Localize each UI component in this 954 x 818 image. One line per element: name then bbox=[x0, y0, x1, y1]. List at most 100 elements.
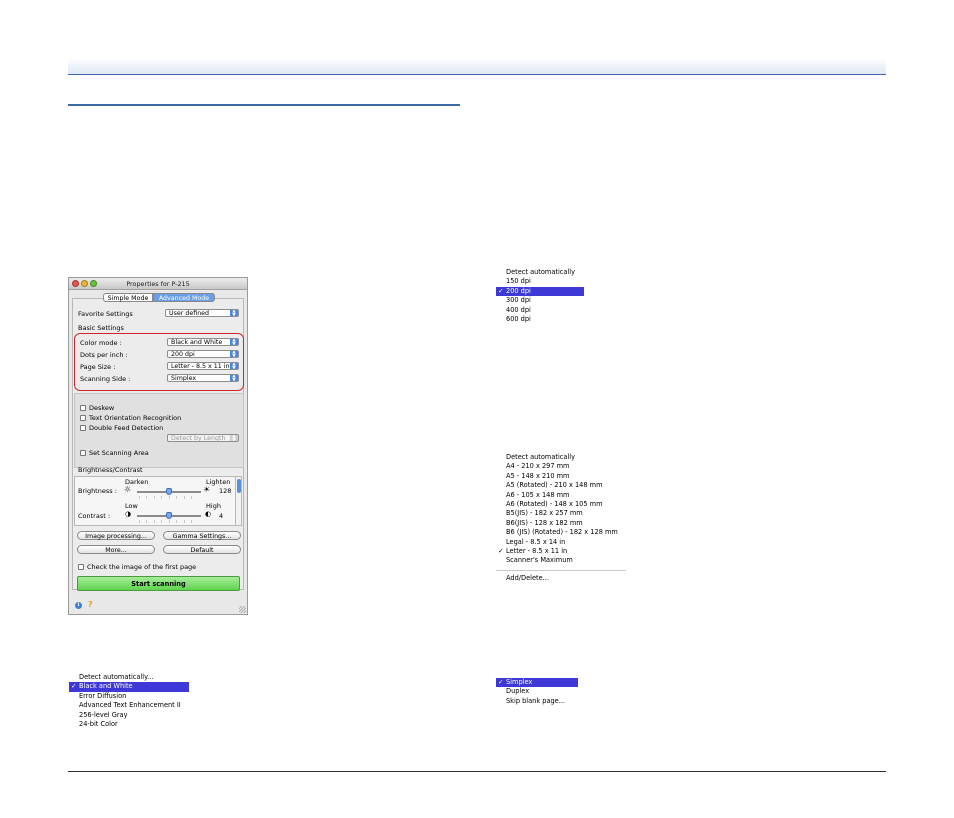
scrollbar[interactable] bbox=[235, 476, 242, 526]
color-mode-label: Color mode : bbox=[80, 339, 122, 347]
start-scanning-button[interactable]: Start scanning bbox=[77, 576, 240, 591]
page-size-menu: Detect automatically A4 - 210 x 297 mm A… bbox=[496, 453, 626, 583]
high-label: High bbox=[206, 502, 221, 510]
page-size-menu-item[interactable]: A5 (Rotated) - 210 x 148 mm bbox=[496, 481, 626, 490]
page-size-menu-item[interactable]: A6 - 105 x 148 mm bbox=[496, 491, 626, 500]
contrast-ticks bbox=[139, 520, 199, 523]
add-delete-menu-item[interactable]: Add/Delete... bbox=[496, 574, 626, 583]
resize-grip-icon[interactable] bbox=[239, 606, 246, 613]
page-size-menu-item[interactable]: B5(JIS) - 182 x 257 mm bbox=[496, 509, 626, 518]
color-mode-menu-item[interactable]: 24-bit Color bbox=[69, 720, 189, 729]
scroll-thumb[interactable] bbox=[237, 479, 241, 493]
dpi-menu: Detect automatically 150 dpi ✓ 200 dpi 30… bbox=[496, 268, 584, 324]
dpi-menu-item[interactable]: 300 dpi bbox=[496, 296, 584, 305]
sun-dim-icon: ☼ bbox=[124, 485, 132, 494]
contrast-low-icon: ◑ bbox=[125, 510, 132, 518]
footer-rule bbox=[68, 771, 886, 772]
scanning-side-value: Simplex bbox=[171, 375, 197, 382]
contrast-value: 4 bbox=[219, 512, 224, 520]
favorite-settings-select[interactable]: User defined ▲ ▼ bbox=[165, 309, 239, 317]
page-size-select[interactable]: Letter - 8.5 x 11 in ▲ ▼ bbox=[167, 362, 239, 370]
page-size-menu-item[interactable]: B6(JIS) - 128 x 182 mm bbox=[496, 519, 626, 528]
detect-by-length-select: Detect by Length ▲ ▼ bbox=[167, 434, 239, 442]
page-size-menu-item[interactable]: B6 (JIS) (Rotated) - 182 x 128 mm bbox=[496, 528, 626, 537]
dpi-menu-item[interactable]: 150 dpi bbox=[496, 277, 584, 286]
updown-arrow-icon: ▲ ▼ bbox=[230, 435, 238, 441]
dpi-menu-item[interactable]: 600 dpi bbox=[496, 315, 584, 324]
contrast-label: Contrast : bbox=[78, 512, 111, 520]
text-orientation-label: Text Orientation Recognition bbox=[89, 414, 182, 422]
color-mode-menu-item[interactable]: Error Diffusion bbox=[69, 692, 189, 701]
check-first-page-label: Check the image of the first page bbox=[87, 563, 197, 571]
page-size-menu-item[interactable]: Legal - 8.5 x 14 in bbox=[496, 538, 626, 547]
updown-arrow-icon: ▲ ▼ bbox=[230, 363, 238, 369]
brightness-value: 128 bbox=[219, 487, 232, 495]
brightness-contrast-label: Brightness/Contrast bbox=[78, 466, 143, 474]
text-orientation-checkbox[interactable] bbox=[80, 415, 86, 421]
side-menu-item[interactable]: Skip blank page... bbox=[496, 697, 578, 706]
info-icon[interactable]: i bbox=[75, 602, 82, 609]
low-label: Low bbox=[125, 502, 138, 510]
title-bar: Properties for P-215 bbox=[69, 278, 247, 290]
dpi-menu-item[interactable]: Detect automatically bbox=[496, 268, 584, 277]
updown-arrow-icon: ▲ ▼ bbox=[230, 351, 238, 357]
page-size-menu-item[interactable]: A4 - 210 x 297 mm bbox=[496, 462, 626, 471]
window-title: Properties for P-215 bbox=[126, 279, 190, 288]
scanning-side-menu: ✓ Simplex Duplex Skip blank page... bbox=[496, 678, 578, 706]
page-size-menu-item[interactable]: Detect automatically bbox=[496, 453, 626, 462]
contrast-slider-knob[interactable] bbox=[166, 512, 172, 519]
set-scanning-area-label: Set Scanning Area bbox=[89, 449, 149, 457]
brightness-slider-knob[interactable] bbox=[166, 488, 172, 495]
updown-arrow-icon: ▲ ▼ bbox=[230, 339, 238, 345]
check-first-page-checkbox[interactable] bbox=[78, 564, 84, 570]
detect-by-length-value: Detect by Length bbox=[171, 435, 226, 442]
dpi-label: Dots per inch : bbox=[80, 351, 128, 359]
header-bar bbox=[68, 58, 886, 75]
dpi-select[interactable]: 200 dpi ▲ ▼ bbox=[167, 350, 239, 358]
basic-settings-label: Basic Settings bbox=[78, 324, 124, 332]
page-size-menu-item-checked[interactable]: ✓ Letter - 8.5 x 11 in bbox=[496, 547, 626, 556]
page-size-menu-item[interactable]: A6 (Rotated) - 148 x 105 mm bbox=[496, 500, 626, 509]
page-size-menu-item[interactable]: A5 - 148 x 210 mm bbox=[496, 472, 626, 481]
dpi-menu-item[interactable]: 400 dpi bbox=[496, 306, 584, 315]
dpi-value: 200 dpi bbox=[171, 351, 195, 358]
contrast-high-icon: ◐ bbox=[205, 510, 212, 518]
page-size-value: Letter - 8.5 x 11 in bbox=[171, 363, 230, 370]
checkmark-icon: ✓ bbox=[498, 678, 504, 686]
color-mode-value: Black and White bbox=[171, 339, 223, 346]
checkmark-icon: ✓ bbox=[498, 546, 504, 555]
help-icon[interactable]: ? bbox=[88, 601, 95, 609]
checkmark-icon: ✓ bbox=[71, 682, 77, 691]
checkmark-icon: ✓ bbox=[498, 286, 504, 295]
side-menu-item[interactable]: Duplex bbox=[496, 687, 578, 696]
image-processing-button[interactable]: Image processing... bbox=[77, 531, 155, 540]
brightness-ticks bbox=[139, 496, 199, 499]
advanced-mode-tab[interactable]: Advanced Mode bbox=[153, 293, 215, 302]
double-feed-checkbox[interactable] bbox=[80, 425, 86, 431]
properties-window: Properties for P-215 Simple Mode Advance… bbox=[68, 277, 248, 615]
color-mode-menu-item[interactable]: Detect automatically... bbox=[69, 673, 189, 682]
color-mode-menu-item-selected[interactable]: ✓ Black and White bbox=[69, 682, 189, 692]
more-button[interactable]: More... bbox=[77, 545, 155, 554]
favorite-settings-label: Favorite Settings bbox=[78, 310, 133, 318]
double-feed-label: Double Feed Detection bbox=[89, 424, 164, 432]
gamma-settings-button[interactable]: Gamma Settings... bbox=[163, 531, 241, 540]
scanning-side-label: Scanning Side : bbox=[80, 375, 131, 383]
page-size-label: Page Size : bbox=[80, 363, 116, 371]
simple-mode-tab[interactable]: Simple Mode bbox=[103, 293, 153, 302]
color-mode-menu-item[interactable]: Advanced Text Enhancement II bbox=[69, 701, 189, 710]
color-mode-select[interactable]: Black and White ▲ ▼ bbox=[167, 338, 239, 346]
updown-arrow-icon: ▲ ▼ bbox=[230, 375, 238, 381]
menu-separator bbox=[496, 569, 626, 571]
default-button[interactable]: Default bbox=[163, 545, 241, 554]
side-menu-item-selected[interactable]: ✓ Simplex bbox=[496, 678, 578, 688]
dpi-menu-item-selected[interactable]: ✓ 200 dpi bbox=[496, 286, 584, 297]
deskew-label: Deskew bbox=[89, 404, 115, 412]
scanning-side-select[interactable]: Simplex ▲ ▼ bbox=[167, 374, 239, 382]
section-rule bbox=[68, 104, 460, 106]
page-size-menu-item[interactable]: Scanner's Maximum bbox=[496, 556, 626, 565]
brightness-label: Brightness : bbox=[78, 487, 117, 495]
deskew-checkbox[interactable] bbox=[80, 405, 86, 411]
set-scanning-area-checkbox[interactable] bbox=[80, 450, 86, 456]
color-mode-menu-item[interactable]: 256-level Gray bbox=[69, 711, 189, 720]
